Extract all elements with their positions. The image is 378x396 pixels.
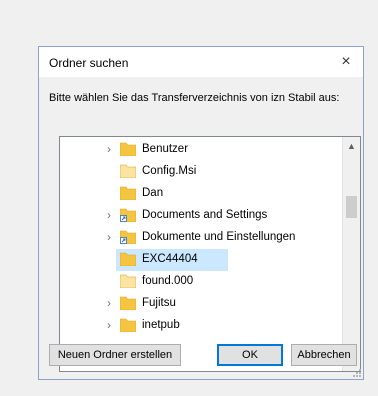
folder-tree[interactable]: › Benutzer Config.Msi Dan › Documents and Set… <box>59 136 361 372</box>
ok-button[interactable]: OK <box>217 344 283 366</box>
chevron-right-icon[interactable]: › <box>104 142 114 156</box>
folder-shortcut-icon <box>119 230 137 245</box>
folder-icon <box>119 318 137 333</box>
tree-item-label: Dokumente und Einstellungen <box>142 231 296 243</box>
chevron-right-icon[interactable]: › <box>104 208 114 222</box>
folder-shortcut-icon <box>119 208 137 223</box>
tree-item-label: EXC44404 <box>142 253 198 265</box>
chevron-up-icon: ▲ <box>347 140 356 151</box>
folder-light-icon <box>119 274 137 289</box>
tree-item-label: Config.Msi <box>142 165 197 177</box>
scroll-up-button[interactable]: ▲ <box>343 137 360 154</box>
instruction-text: Bitte wählen Sie das Transferverzeichnis… <box>49 92 340 104</box>
tree-item[interactable]: Config.Msi <box>60 161 343 183</box>
chevron-right-icon[interactable]: › <box>104 230 114 244</box>
tree-item-label: Benutzer <box>142 143 189 155</box>
vertical-scrollbar[interactable]: ▲ ▼ <box>342 137 360 371</box>
chevron-right-icon[interactable]: › <box>104 318 114 332</box>
tree-item-label: Dan <box>142 187 164 199</box>
dialog-title: Ordner suchen <box>49 56 129 70</box>
chevron-right-icon[interactable]: › <box>104 296 114 310</box>
scrollbar-thumb[interactable] <box>346 196 357 218</box>
folder-browse-dialog: Ordner suchen × Bitte wählen Sie das Tra… <box>38 46 364 380</box>
tree-item[interactable]: › inetpub <box>60 315 343 337</box>
close-button[interactable]: × <box>329 47 363 77</box>
tree-item[interactable]: › Dokumente und Einstellungen <box>60 227 343 249</box>
tree-item[interactable]: › Documents and Settings <box>60 205 343 227</box>
tree-item[interactable]: Dan <box>60 183 343 205</box>
tree-item[interactable]: › Fujitsu <box>60 293 343 315</box>
new-folder-button[interactable]: Neuen Ordner erstellen <box>49 344 181 366</box>
cancel-button[interactable]: Abbrechen <box>291 344 357 366</box>
folder-icon <box>119 296 137 311</box>
folder-light-icon <box>119 164 137 179</box>
close-icon: × <box>341 53 351 70</box>
tree-item-label: Documents and Settings <box>142 209 268 221</box>
title-bar[interactable]: Ordner suchen × <box>39 47 363 77</box>
tree-item[interactable]: › Benutzer <box>60 139 343 161</box>
tree-item-label: inetpub <box>142 319 180 331</box>
folder-icon <box>119 186 137 201</box>
tree-item[interactable]: EXC44404 <box>60 249 343 271</box>
resize-grip-icon[interactable] <box>353 369 361 377</box>
tree-item-label: found.000 <box>142 275 194 287</box>
folder-tree-list: › Benutzer Config.Msi Dan › Documents and Set… <box>60 137 343 371</box>
tree-item[interactable]: found.000 <box>60 271 343 293</box>
folder-icon <box>119 142 137 157</box>
tree-item-label: Fujitsu <box>142 297 176 309</box>
folder-icon <box>119 252 137 267</box>
